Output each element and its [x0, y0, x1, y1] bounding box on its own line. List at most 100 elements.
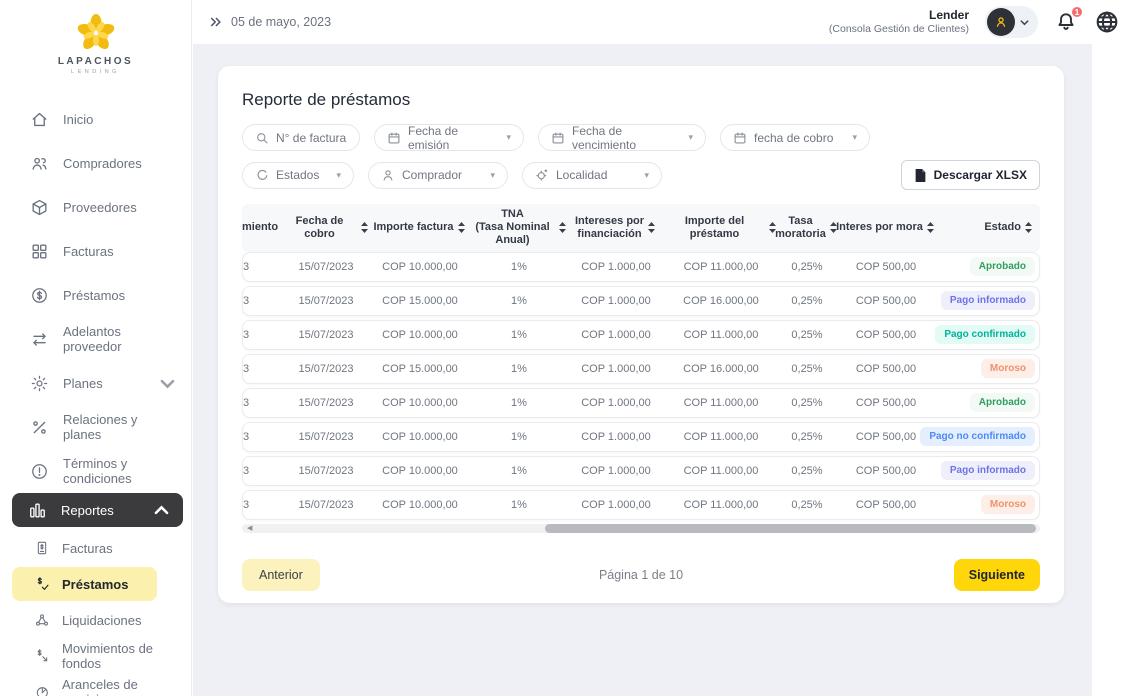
submenu-item-facturas[interactable]: Facturas [0, 531, 191, 565]
column-header-intereses-financiacion[interactable]: Intereses por financiación [566, 215, 664, 241]
column-header-tasa-moratoria[interactable]: Tasa moratoria [775, 215, 837, 241]
column-header-fecha-de-cobro[interactable]: Fecha de cobro [282, 215, 368, 241]
sidebar-item-label: Inicio [63, 111, 94, 127]
cell-intereses-financiacion: COP 1.000,00 [581, 328, 651, 341]
topbar: 05 de mayo, 2023 Lender (Consola Gestión… [193, 0, 1146, 44]
horizontal-scrollbar[interactable]: ◀ [242, 523, 1040, 534]
cell-fecha-de-cobro: 15/07/2023 [298, 498, 354, 511]
cell-intereses-financiacion: COP 1.000,00 [581, 294, 651, 307]
notifications-button[interactable]: 1 [1054, 5, 1084, 34]
table-header: miento Fecha de cobro Importe factura TN… [242, 204, 1040, 252]
column-header-importe-prestamo[interactable]: Importe del préstamo [664, 215, 776, 241]
status-badge: Pago no confirmado [920, 427, 1035, 447]
globe-icon[interactable] [1094, 9, 1120, 35]
caret-down-icon: ▾ [644, 169, 649, 180]
sidebar-item-inicio[interactable]: Inicio [0, 97, 191, 141]
cell-tasa-moratoria: 0,25% [791, 430, 823, 443]
cell-importe-prestamo: COP 11.000,00 [683, 396, 759, 409]
status-badge: Pago informado [940, 461, 1035, 481]
filter-label: Fecha de vencimiento [572, 123, 637, 152]
sidebar-item-prestamos[interactable]: Préstamos [0, 273, 191, 317]
cell-tna: 1% [511, 294, 527, 307]
brand-logo: LAPACHOS LENDING [0, 0, 191, 75]
filter-collection-date-dropdown[interactable]: fecha de cobro ▾ [720, 124, 870, 151]
filter-buyer-dropdown[interactable]: Comprador ▾ [368, 161, 508, 189]
scroll-left-arrow-icon[interactable]: ◀ [247, 523, 252, 534]
submenu-item-label: Préstamos [62, 576, 129, 592]
download-label: Descargar XLSX [933, 168, 1027, 182]
user-menu-button[interactable] [985, 6, 1038, 38]
gear-icon [31, 375, 48, 391]
cell-importe-factura: COP 10.000,00 [382, 430, 458, 443]
cell-fecha-de-cobro: 15/07/2023 [298, 294, 354, 307]
cell-fecha-de-cobro: 15/07/2023 [298, 328, 354, 341]
column-header-importe-factura[interactable]: Importe factura [368, 221, 470, 234]
sort-icon [1025, 222, 1032, 234]
filter-due-date-dropdown[interactable]: Fecha de vencimiento ▾ [538, 123, 706, 152]
sidebar-item-facturas[interactable]: Facturas [0, 229, 191, 273]
submenu-item-prestamos[interactable]: Préstamos [12, 567, 157, 601]
filter-invoice-number-input[interactable]: N° de factura [242, 124, 360, 151]
cell-interes-mora: COP 500,00 [855, 328, 917, 341]
double-chevron-icon[interactable] [209, 15, 223, 29]
chevron-down-icon [1020, 19, 1029, 25]
sidebar-item-label: Facturas [63, 243, 114, 259]
filter-locality-dropdown[interactable]: Localidad ▾ [522, 161, 662, 189]
sidebar-item-relaciones-y-planes[interactable]: Relaciones y planes [0, 405, 191, 449]
cell-interes-mora: COP 500,00 [855, 260, 917, 273]
status-badge: Pago informado [940, 291, 1035, 311]
document-icon [915, 168, 925, 182]
cell-tna: 1% [511, 396, 527, 409]
sidebar-item-reportes[interactable]: Reportes [12, 493, 183, 527]
filter-label: Fecha de emisión [408, 123, 459, 152]
submenu-item-movimientos-de-fondos[interactable]: Movimientos de fondos [0, 639, 191, 673]
filter-issue-date-dropdown[interactable]: Fecha de emisión ▾ [374, 123, 524, 152]
horizontal-scrollbar-thumb[interactable] [545, 523, 1036, 533]
sidebar-item-adelantos-proveedor[interactable]: Adelantos proveedor [0, 317, 191, 361]
column-header-tna[interactable]: TNA (Tasa Nominal Anual) [470, 208, 566, 248]
table-row[interactable]: 3 15/07/2023 COP 10.000,00 1% COP 1.000,… [242, 455, 1040, 486]
submenu-item-aranceles-de-servicios[interactable]: Aranceles de servicios [0, 675, 191, 696]
sidebar-item-compradores[interactable]: Compradores [0, 141, 191, 185]
filter-states-dropdown[interactable]: Estados ▾ [242, 161, 354, 189]
filter-label: Comprador [402, 168, 463, 182]
column-header-interes-mora[interactable]: Interes por mora [836, 221, 934, 234]
submenu-item-liquidaciones[interactable]: Liquidaciones [0, 603, 191, 637]
sidebar-item-terminos-y-condiciones[interactable]: Términos y condiciones [0, 449, 191, 493]
users-icon [32, 157, 47, 170]
sort-icon [361, 222, 368, 234]
table-row[interactable]: 3 15/07/2023 COP 15.000,00 1% COP 1.000,… [242, 353, 1040, 384]
table-body: 3 15/07/2023 COP 10.000,00 1% COP 1.000,… [242, 251, 1040, 520]
sidebar-item-planes[interactable]: Planes [0, 361, 191, 405]
cell-fecha-de-cobro: 15/07/2023 [298, 260, 354, 273]
table-row[interactable]: 3 15/07/2023 COP 10.000,00 1% COP 1.000,… [242, 319, 1040, 350]
column-header-estado[interactable]: Estado [934, 221, 1040, 234]
status-badge: Moroso [980, 495, 1035, 515]
cell-intereses-financiacion: COP 1.000,00 [581, 430, 651, 443]
table-row[interactable]: 3 15/07/2023 COP 10.000,00 1% COP 1.000,… [242, 387, 1040, 418]
user-meta: Lender (Consola Gestión de Clientes) [829, 8, 969, 36]
cell-importe-factura: COP 10.000,00 [382, 260, 458, 273]
column-header-vencimiento[interactable]: miento [242, 221, 282, 234]
sort-icon [648, 222, 656, 234]
sidebar-item-label: Términos y condiciones [63, 456, 132, 486]
cell-tasa-moratoria: 0,25% [791, 260, 823, 273]
download-xlsx-button[interactable]: Descargar XLSX [900, 160, 1040, 190]
current-date: 05 de mayo, 2023 [231, 15, 332, 29]
grid-icon [32, 243, 47, 259]
table-row[interactable]: 3 15/07/2023 COP 15.000,00 1% COP 1.000,… [242, 285, 1040, 316]
swap-arrows-icon [33, 332, 46, 346]
page-info: Página 1 de 10 [598, 567, 684, 582]
cell-tna: 1% [511, 328, 527, 341]
cell-importe-prestamo: COP 11.000,00 [683, 328, 759, 341]
cell-interes-mora: COP 500,00 [855, 362, 917, 375]
cell-importe-prestamo: COP 16.000,00 [683, 294, 759, 307]
topbar-date: 05 de mayo, 2023 [209, 15, 331, 29]
table-row[interactable]: 3 15/07/2023 COP 10.000,00 1% COP 1.000,… [242, 489, 1040, 520]
cell-importe-prestamo: COP 11.000,00 [683, 430, 759, 443]
table-row[interactable]: 3 15/07/2023 COP 10.000,00 1% COP 1.000,… [242, 251, 1040, 282]
table-row[interactable]: 3 15/07/2023 COP 10.000,00 1% COP 1.000,… [242, 421, 1040, 452]
caret-down-icon: ▾ [490, 169, 495, 180]
cell-importe-factura: COP 10.000,00 [382, 328, 458, 341]
sidebar-item-proveedores[interactable]: Proveedores [0, 185, 191, 229]
